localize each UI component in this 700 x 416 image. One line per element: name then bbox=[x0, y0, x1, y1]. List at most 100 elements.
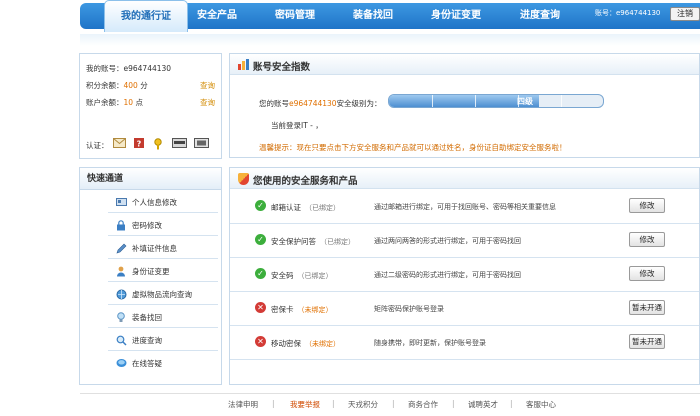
service-row-matrix-card: ✕ 密保卡 （未绑定） 矩阵密码保护账号登录 暂未开通 bbox=[230, 292, 699, 326]
quick-item-id-info[interactable]: 补填证件信息 bbox=[108, 237, 218, 259]
points-query-link[interactable]: 查询 bbox=[200, 80, 215, 91]
balance-query-link[interactable]: 查询 bbox=[200, 97, 215, 108]
balance-unit: 点 bbox=[135, 98, 143, 107]
security-services-panel: 您使用的安全服务和产品 ✓ 邮箱认证 （已绑定） 通过邮箱进行绑定，可用于找回账号… bbox=[229, 167, 700, 385]
page: 我的通行证 安全产品 密码管理 装备找回 身份证变更 进度查询 账号：e9647… bbox=[0, 0, 700, 416]
quick-item-label: 进度查询 bbox=[132, 336, 162, 345]
tab-equipment-recovery[interactable]: 装备找回 bbox=[338, 3, 408, 29]
points-value: 400 bbox=[123, 81, 138, 90]
quick-item-label: 在线答疑 bbox=[132, 359, 162, 368]
auth-label: 认证： bbox=[86, 141, 109, 150]
account-label: 我的账号： bbox=[86, 64, 124, 73]
check-icon: ✓ bbox=[255, 200, 266, 211]
quick-item-progress-query[interactable]: 进度查询 bbox=[108, 329, 218, 351]
security-level-text: 您的账号e964744130安全级别为： bbox=[259, 98, 382, 109]
service-name-text: 安全码 bbox=[271, 271, 294, 280]
points-label: 积分余额： bbox=[86, 81, 124, 90]
tab-progress-query[interactable]: 进度查询 bbox=[500, 3, 580, 29]
modify-button[interactable]: 修改 bbox=[629, 198, 665, 213]
service-name-text: 安全保护问答 bbox=[271, 237, 316, 246]
quick-item-virtual-goods[interactable]: 虚拟物品流向查询 bbox=[108, 283, 218, 305]
footer-link-report[interactable]: 我要举报 bbox=[290, 399, 320, 410]
security-services-header: 您使用的安全服务和产品 bbox=[230, 168, 699, 189]
quick-item-online-help[interactable]: 在线答疑 bbox=[108, 352, 218, 374]
bar-chart-icon bbox=[238, 59, 249, 70]
service-row-qa: ✓ 安全保护问答 （已绑定） 通过两问两答的形式进行绑定，可用于密码找回 修改 bbox=[230, 224, 699, 258]
person-icon bbox=[116, 266, 126, 277]
key-auth-icon[interactable] bbox=[152, 138, 165, 150]
account-value: e964744130 bbox=[123, 64, 172, 73]
service-name: 安全保护问答 （已绑定） bbox=[271, 236, 355, 247]
service-state: （已绑定） bbox=[320, 238, 355, 246]
balance-value: 10 bbox=[123, 98, 134, 107]
points-unit: 分 bbox=[140, 81, 148, 90]
quick-item-label: 补填证件信息 bbox=[132, 244, 177, 253]
security-index-title: 账号安全指数 bbox=[253, 62, 311, 73]
footer-separator: | bbox=[332, 399, 335, 408]
tab-security-products[interactable]: 安全产品 bbox=[182, 3, 252, 29]
level-separator bbox=[561, 95, 562, 107]
security-index-header: 账号安全指数 bbox=[230, 54, 699, 75]
last-login-text: 当前登录IT - ， bbox=[271, 121, 323, 130]
id-card-icon bbox=[116, 197, 127, 207]
level-separator bbox=[432, 95, 433, 107]
footer-link-points[interactable]: 天戎积分 bbox=[348, 399, 378, 410]
modify-button[interactable]: 修改 bbox=[629, 232, 665, 247]
quick-item-equipment-recovery[interactable]: 装备找回 bbox=[108, 306, 218, 328]
not-available-button[interactable]: 暂未开通 bbox=[629, 300, 665, 315]
modify-button[interactable]: 修改 bbox=[629, 266, 665, 281]
service-row-mobile-token: ✕ 移动密保 （未绑定） 随身携带，即时更新，保护账号登录 暂未开通 bbox=[230, 326, 699, 360]
question-auth-icon[interactable]: ? bbox=[133, 138, 146, 149]
security-level-bar: 四级 bbox=[388, 94, 604, 108]
tab-password-management[interactable]: 密码管理 bbox=[260, 3, 330, 29]
service-name: 移动密保 （未绑定） bbox=[271, 338, 340, 349]
service-description: 矩阵密码保护账号登录 bbox=[374, 305, 444, 313]
tab-my-passport[interactable]: 我的通行证 bbox=[104, 0, 188, 32]
service-state: （已绑定） bbox=[305, 204, 340, 212]
service-description: 通过二级密码的形式进行绑定，可用于密码找回 bbox=[374, 271, 521, 279]
check-icon: ✓ bbox=[255, 268, 266, 279]
quick-item-id-change[interactable]: 身份证变更 bbox=[108, 260, 218, 282]
security-index-panel: 账号安全指数 您的账号e964744130安全级别为： 四级 当前登录IT - … bbox=[229, 53, 700, 158]
mobile-auth-icon[interactable] bbox=[194, 138, 209, 148]
chat-icon bbox=[116, 358, 127, 368]
account-line: 我的账号：e964744130 bbox=[86, 63, 171, 74]
cross-icon: ✕ bbox=[255, 336, 266, 347]
balance-label: 账户余额： bbox=[86, 98, 124, 107]
service-row-security-code: ✓ 安全码 （已绑定） 通过二级密码的形式进行绑定，可用于密码找回 修改 bbox=[230, 258, 699, 292]
card-auth-icon[interactable] bbox=[172, 138, 187, 148]
footer: 法律申明 | 我要举报 | 天戎积分 | 商务合作 | 诚聘英才 | 客服中心 bbox=[80, 393, 700, 416]
quick-item-label: 身份证变更 bbox=[132, 267, 170, 276]
level-suffix: 安全级别为： bbox=[336, 99, 382, 108]
level-prefix: 您的账号 bbox=[259, 99, 289, 108]
quick-item-password-change[interactable]: 密码修改 bbox=[108, 214, 218, 236]
quick-access-panel: 快速通道 个人信息修改 密码修改 补填证件信息 身份证变更 虚拟物品流向查询 装… bbox=[79, 167, 222, 385]
bulb-icon bbox=[116, 312, 126, 322]
not-available-button[interactable]: 暂未开通 bbox=[629, 334, 665, 349]
svg-text:?: ? bbox=[137, 140, 142, 149]
tab-id-change[interactable]: 身份证变更 bbox=[416, 3, 496, 29]
top-account-label: 账号：e964744130 bbox=[595, 9, 661, 17]
quick-item-personal-info[interactable]: 个人信息修改 bbox=[108, 191, 218, 213]
logout-button[interactable]: 注销 bbox=[670, 7, 700, 21]
lock-icon bbox=[116, 220, 126, 231]
quick-access-title: 快速通道 bbox=[80, 168, 221, 190]
service-name-text: 邮箱认证 bbox=[271, 203, 301, 212]
cross-icon: ✕ bbox=[255, 302, 266, 313]
footer-link-jobs[interactable]: 诚聘英才 bbox=[468, 399, 498, 410]
service-name-text: 移动密保 bbox=[271, 339, 301, 348]
service-description: 随身携带，即时更新，保护账号登录 bbox=[374, 339, 486, 347]
service-state: （未绑定） bbox=[297, 306, 333, 314]
service-row-email: ✓ 邮箱认证 （已绑定） 通过邮箱进行绑定，可用于找回账号、密码等相关重要信息 修… bbox=[230, 190, 699, 224]
footer-separator: | bbox=[392, 399, 395, 408]
footer-link-business[interactable]: 商务合作 bbox=[408, 399, 438, 410]
service-name: 安全码 （已绑定） bbox=[271, 270, 333, 281]
security-tip: 温馨提示：现在只要点击下方安全服务和产品就可以通过姓名，身份证自助绑定安全服务啦… bbox=[259, 143, 567, 152]
email-auth-icon[interactable] bbox=[113, 138, 126, 148]
footer-link-support[interactable]: 客服中心 bbox=[526, 399, 556, 410]
footer-separator: | bbox=[272, 399, 275, 408]
security-services-title: 您使用的安全服务和产品 bbox=[253, 176, 358, 187]
points-line: 积分余额：400 分 bbox=[86, 80, 148, 91]
footer-link-legal[interactable]: 法律申明 bbox=[228, 399, 258, 410]
check-icon: ✓ bbox=[255, 234, 266, 245]
